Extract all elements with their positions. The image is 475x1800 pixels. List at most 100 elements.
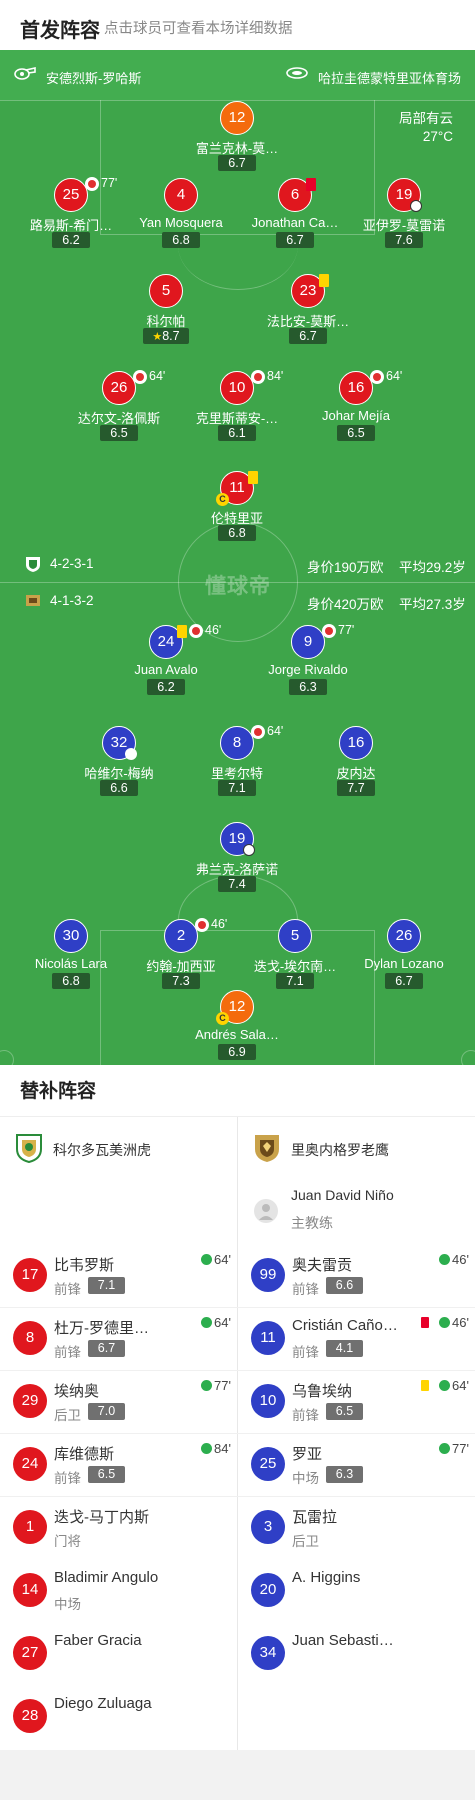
player-rating: 7.3 [162, 973, 200, 989]
sub-player-home-29[interactable]: 29 埃纳奥 后卫 7.0 77' [0, 1371, 237, 1434]
jersey-number: 26 [102, 371, 136, 405]
player-name: A. Higgins [292, 1569, 361, 1586]
sub-out-icon [251, 725, 265, 739]
player-position: 前锋 [292, 1345, 319, 1360]
star-icon: ★ [152, 331, 163, 343]
player-name: Juan Sebasti… [292, 1632, 394, 1649]
yellow-card-icon [177, 625, 187, 638]
sub-player-home-17[interactable]: 17 比韦罗斯 前锋 7.1 64' [0, 1245, 237, 1308]
jersey-number: 16 [339, 371, 373, 405]
jersey-number: 5 [278, 919, 312, 953]
player-away-26[interactable]: 26 Dylan Lozano 6.7 [339, 919, 469, 993]
whistle-icon [14, 67, 36, 80]
sub-in-minute: 46' [452, 1315, 469, 1330]
player-rating: 6.2 [147, 679, 185, 695]
sub-in-info: 46' [439, 1252, 469, 1267]
player-name: Bladimir Angulo [54, 1569, 159, 1586]
sub-player-home-14[interactable]: 14 Bladimir Angulo 中场 [0, 1560, 237, 1623]
player-rating: 6.5 [337, 425, 375, 441]
sub-player-away-10[interactable]: 10 乌鲁埃纳 前锋 6.5 64' [238, 1371, 475, 1434]
sub-minute: 77' [338, 623, 355, 637]
jersey-number: 10 [251, 1384, 285, 1418]
home-team-crest-icon [16, 1134, 42, 1164]
player-rating: 6.8 [218, 525, 256, 541]
corner-arc-left [0, 1050, 14, 1065]
sub-in-info: 64' [439, 1378, 469, 1393]
sub-minute: 46' [205, 623, 222, 637]
player-home-10[interactable]: 10 84' 克里斯蒂安-… 6.1 [172, 369, 302, 445]
player-away-16[interactable]: 16 皮内达 7.7 [291, 726, 421, 800]
sub-in-info: 84' [201, 1441, 231, 1456]
player-name: Dylan Lozano [364, 956, 444, 971]
sub-player-home-8[interactable]: 8 杜万-罗德里… 前锋 6.7 64' [0, 1308, 237, 1371]
sub-player-away-20[interactable]: 20 A. Higgins [238, 1560, 475, 1623]
player-home-23[interactable]: 23 法比安-莫斯… 6.7 [243, 274, 373, 348]
sub-minute: 64' [386, 369, 403, 383]
sub-player-away-11[interactable]: 11 Cristián Caño… 前锋 4.1 46' [238, 1308, 475, 1371]
sub-player-away-34[interactable]: 34 Juan Sebasti… [238, 1623, 475, 1686]
player-name: Andrés Sala… [195, 1027, 279, 1042]
sub-in-minute: 64' [214, 1252, 231, 1267]
player-rating: 6.3 [326, 1466, 363, 1483]
sub-player-home-28[interactable]: 28 Diego Zuluaga [0, 1686, 237, 1749]
player-home-gk[interactable]: 12 富兰克林-莫… 6.7 [172, 101, 302, 175]
jersey-number: 16 [339, 726, 373, 760]
player-home-5[interactable]: 5 科尔帕 ★8.7 [101, 274, 231, 348]
player-away-24[interactable]: 24 46' Juan Avalo 6.2 [101, 623, 231, 699]
jersey-number: 8 [13, 1321, 47, 1355]
player-away-32[interactable]: 32 哈维尔-梅纳 6.6 [54, 726, 184, 800]
sub-out-icon [85, 177, 99, 191]
jersey-number: 26 [387, 919, 421, 953]
red-card-icon [421, 1317, 429, 1328]
sub-player-home-27[interactable]: 27 Faber Gracia [0, 1623, 237, 1686]
stadium-name: 哈拉圭德蒙特里亚体育场 [318, 71, 462, 86]
player-name: Cristián Caño… [292, 1317, 398, 1334]
player-rating: 6.6 [100, 780, 138, 796]
player-name: Faber Gracia [54, 1632, 142, 1649]
away-team-name: 里奥内格罗老鹰 [291, 1142, 389, 1158]
sub-player-home-1[interactable]: 1 迭戈-马丁内斯 门将 [0, 1497, 237, 1560]
player-home-19[interactable]: 19 亚伊罗-莫雷诺 7.6 [339, 178, 469, 252]
sub-player-away-25[interactable]: 25 罗亚 中场 6.3 77' [238, 1434, 475, 1497]
player-home-16[interactable]: 16 64' Johar Mejía 6.5 [291, 369, 421, 445]
player-rating: 6.1 [218, 425, 256, 441]
sub-player-away-99[interactable]: 99 奥夫雷贡 前锋 6.6 46' [238, 1245, 475, 1308]
player-away-9[interactable]: 9 77' Jorge Rivaldo 6.3 [243, 623, 373, 699]
jersey-number: 2 [164, 919, 198, 953]
player-rating: 7.0 [88, 1403, 125, 1420]
captain-icon: C [216, 1012, 229, 1025]
sub-out-icon [189, 624, 203, 638]
home-team-name: 科尔多瓦美洲虎 [53, 1142, 151, 1158]
player-away-gk[interactable]: 12 C Andrés Sala… 6.9 [172, 990, 302, 1064]
sub-minute: 64' [149, 369, 166, 383]
sub-in-icon [201, 1443, 213, 1454]
jersey-number: 30 [54, 919, 88, 953]
sub-player-home-24[interactable]: 24 库维德斯 前锋 6.5 84' [0, 1434, 237, 1497]
player-rating: 6.7 [385, 973, 423, 989]
weather-desc: 局部有云 [399, 111, 453, 126]
goal-ball-icon [410, 200, 422, 212]
jersey-number: 20 [251, 1573, 285, 1607]
player-rating: 7.6 [385, 232, 423, 248]
jersey-number: 17 [13, 1258, 47, 1292]
player-name: 埃纳奥 [54, 1383, 100, 1400]
player-position: 后卫 [292, 1534, 319, 1549]
player-home-26[interactable]: 26 64' 达尔文-洛佩斯 6.5 [54, 369, 184, 445]
player-name: 比韦罗斯 [54, 1257, 115, 1274]
assist-icon [125, 748, 137, 760]
player-position: 前锋 [54, 1282, 81, 1297]
player-home-11[interactable]: 11 C 伦特里亚 6.8 [172, 471, 302, 545]
away-formation: 4-1-3-2 [50, 593, 94, 608]
player-rating: 7.1 [218, 780, 256, 796]
jersey-number: 4 [164, 178, 198, 212]
weather: 局部有云 27°C [399, 110, 453, 146]
sub-in-minute: 84' [214, 1441, 231, 1456]
player-away-19[interactable]: 19 弗兰克-洛萨诺 7.4 [172, 822, 302, 896]
jersey-number: 29 [13, 1384, 47, 1418]
player-rating: 6.2 [52, 232, 90, 248]
sub-in-minute: 77' [214, 1378, 231, 1393]
player-rating: 6.5 [100, 425, 138, 441]
sub-player-away-3[interactable]: 3 瓦雷拉 后卫 [238, 1497, 475, 1560]
player-away-8[interactable]: 8 64' 里考尔特 7.1 [172, 724, 302, 800]
player-position: 前锋 [54, 1345, 81, 1360]
